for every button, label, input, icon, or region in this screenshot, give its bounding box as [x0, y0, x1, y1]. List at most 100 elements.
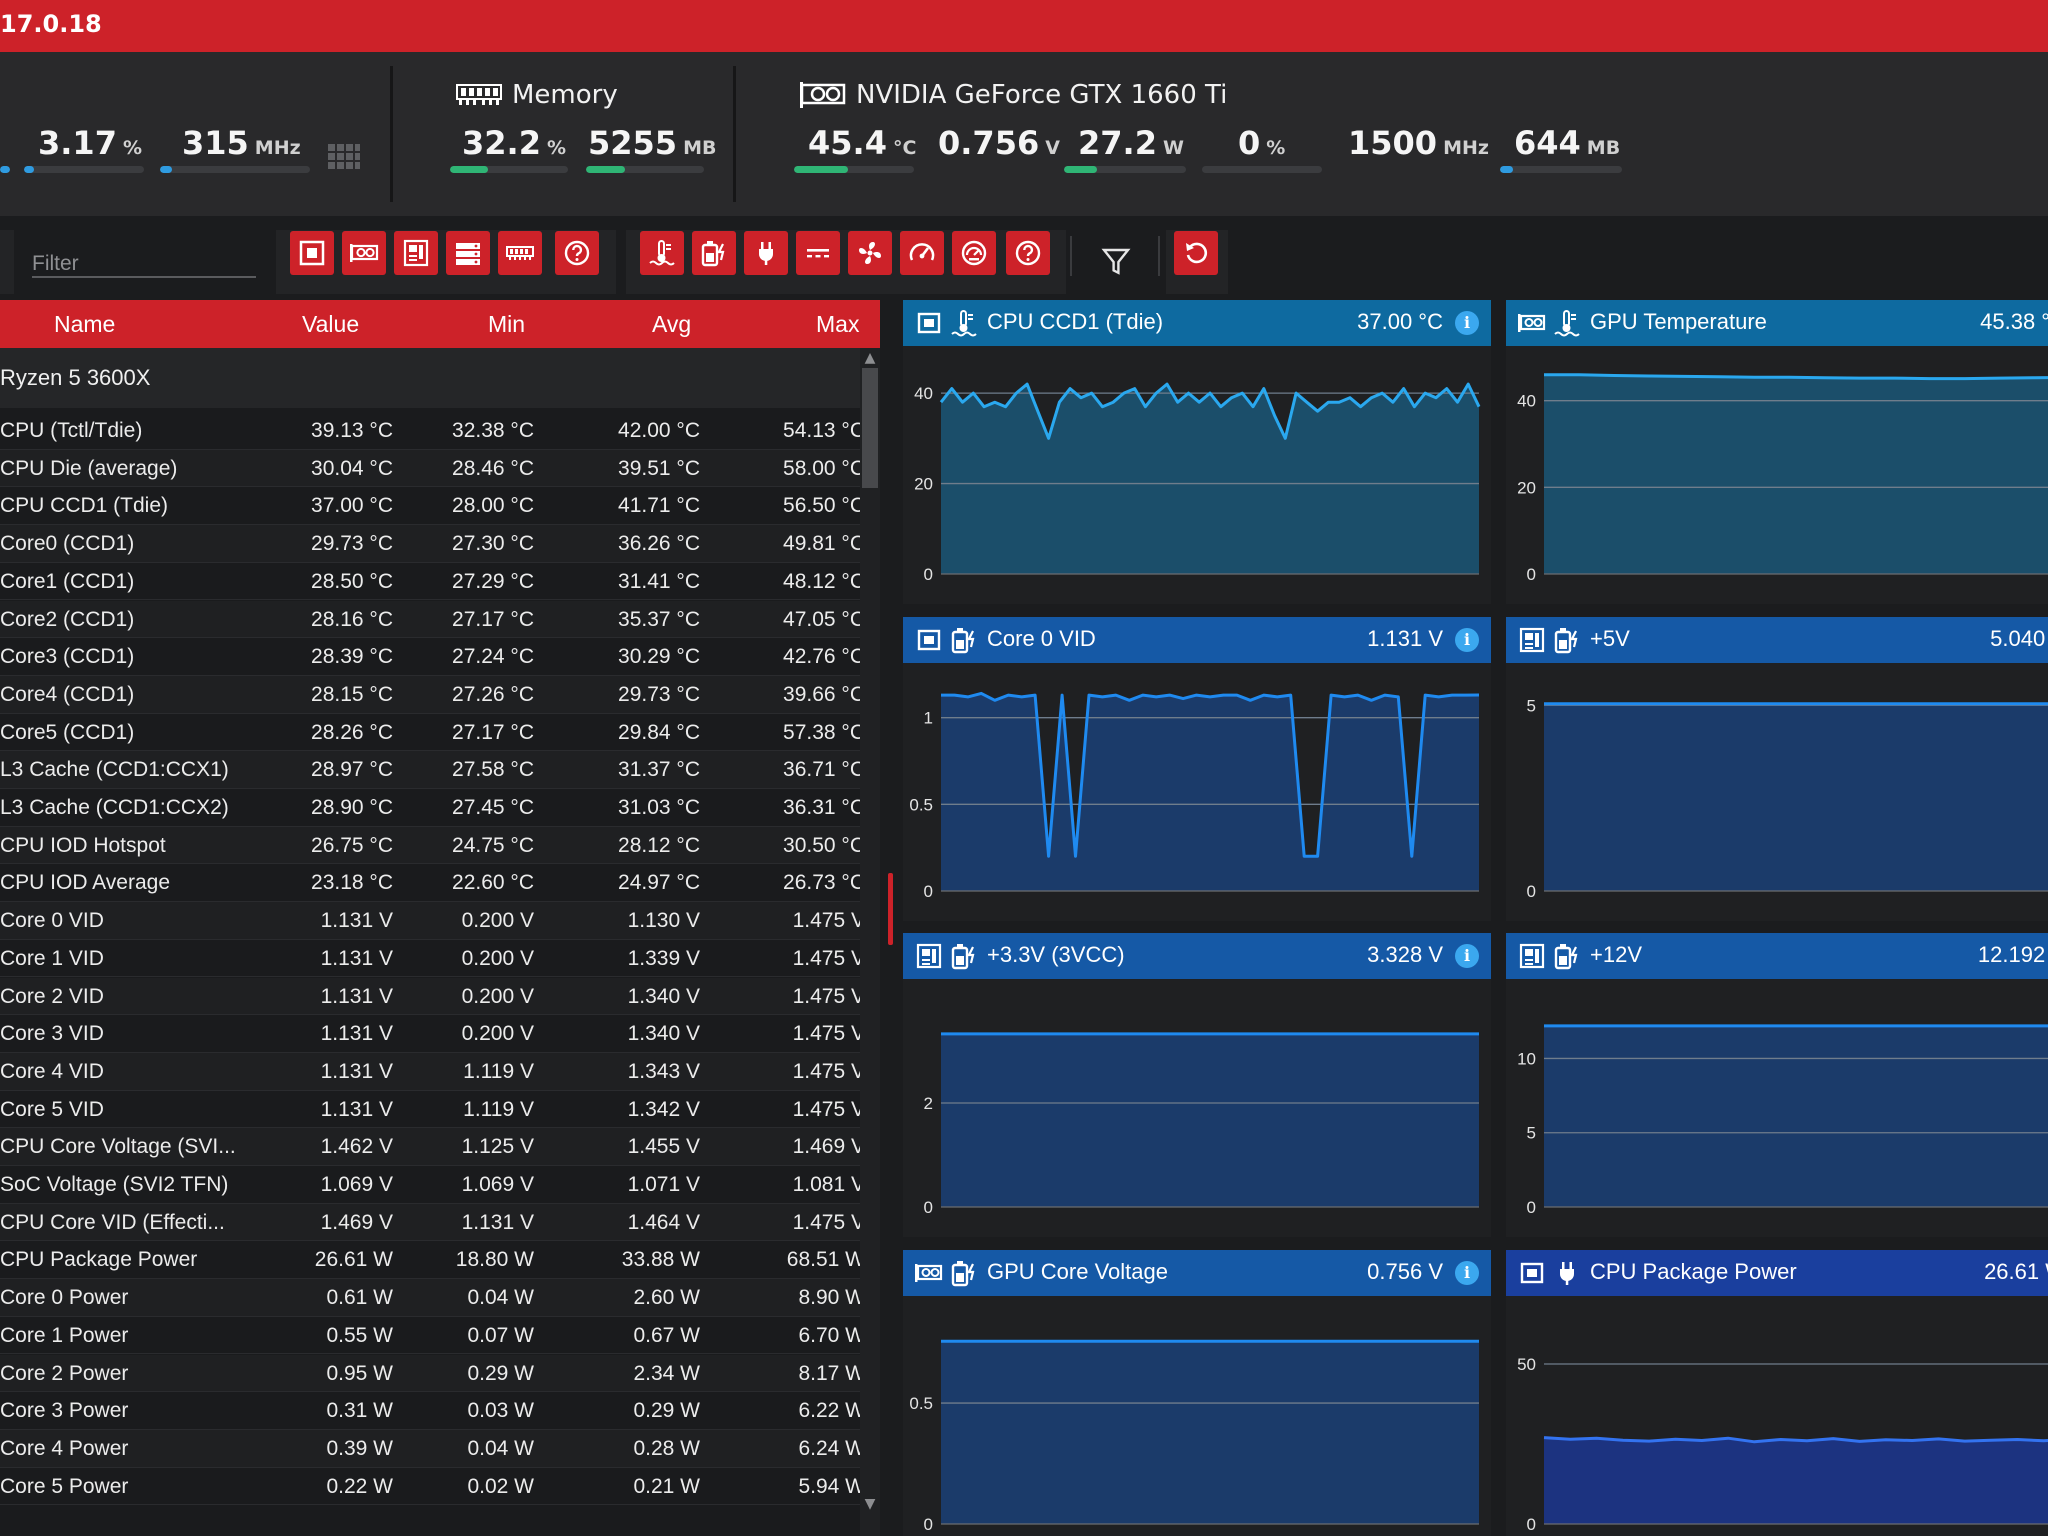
column-header-avg[interactable]: Avg — [652, 311, 691, 338]
graph-panel-header[interactable]: +12V 12.192 V — [1506, 933, 2048, 979]
table-row[interactable]: Core 2 Power 0.95 W 0.29 W 2.34 W 8.17 W — [0, 1354, 880, 1393]
motherboard-icon — [1519, 943, 1545, 969]
current-filter-button[interactable] — [796, 231, 840, 275]
gpu-filter-button[interactable] — [342, 231, 386, 275]
fan-filter-button[interactable] — [848, 231, 892, 275]
clock-filter-button[interactable] — [900, 231, 944, 275]
graph-panel-header[interactable]: GPU Temperature 45.38 °C — [1506, 300, 2048, 346]
device-group-row[interactable]: Ryzen 5 3600X — [0, 348, 860, 408]
sensor-avg: 0.29 W — [633, 1399, 700, 1423]
y-tick-label: 10 — [1517, 1049, 1536, 1068]
graph-panel-header[interactable]: CPU CCD1 (Tdie) 37.00 °C i — [903, 300, 1491, 346]
table-row[interactable]: L3 Cache (CCD1:CCX2) 28.90 °C 27.45 °C 31.0… — [0, 789, 880, 827]
y-tick-label: 40 — [1517, 392, 1536, 411]
table-row[interactable]: CPU Core VID (Effecti... 1.469 V 1.131 V 1.… — [0, 1203, 880, 1242]
info-icon[interactable]: i — [1455, 628, 1479, 652]
table-row[interactable]: L3 Cache (CCD1:CCX1) 28.97 °C 27.58 °C 31.3… — [0, 751, 880, 789]
table-scrollbar[interactable]: ▲ ▼ — [860, 348, 880, 1536]
graph-panel-header[interactable]: GPU Core Voltage 0.756 V i — [903, 1250, 1491, 1296]
graph-panel-value: 45.38 °C — [1980, 309, 2048, 334]
table-row[interactable]: Core0 (CCD1) 29.73 °C 27.30 °C 36.26 °C 49.8… — [0, 525, 880, 563]
table-row[interactable]: Core4 (CCD1) 28.15 °C 27.26 °C 29.73 °C 39.6… — [0, 675, 880, 714]
column-header-name[interactable]: Name — [54, 311, 115, 338]
table-row[interactable]: Core 5 VID 1.131 V 1.119 V 1.342 V 1.475 V — [0, 1090, 880, 1129]
other-sensor-filter-button[interactable] — [1006, 231, 1050, 275]
column-header-min[interactable]: Min — [488, 311, 525, 338]
power-filter-button[interactable] — [744, 231, 788, 275]
sensor-value: 1.131 V — [320, 946, 393, 970]
cpu-filter-button[interactable] — [290, 231, 334, 275]
other-device-filter-button[interactable] — [555, 231, 599, 275]
table-row[interactable]: Core2 (CCD1) 28.16 °C 27.17 °C 35.37 °C 47.0… — [0, 600, 880, 639]
scroll-down-arrow[interactable]: ▼ — [860, 1494, 880, 1514]
graph-panel-title: GPU Core Voltage — [987, 1259, 1168, 1284]
usage-filter-button[interactable] — [952, 231, 996, 275]
table-row[interactable]: CPU Die (average) 30.04 °C 28.46 °C 39.51 °… — [0, 449, 880, 488]
column-header-max[interactable]: Max — [816, 311, 859, 338]
storage-filter-button[interactable] — [446, 231, 490, 275]
memory-icon — [506, 246, 534, 260]
graph-panel-header[interactable]: Core 0 VID 1.131 V i — [903, 617, 1491, 663]
reset-button[interactable] — [1174, 231, 1218, 275]
table-row[interactable]: Core 3 VID 1.131 V 0.200 V 1.340 V 1.475 V — [0, 1015, 880, 1053]
info-icon[interactable]: i — [1455, 944, 1479, 968]
table-row[interactable]: Core 1 Power 0.55 W 0.07 W 0.67 W 6.70 W — [0, 1316, 880, 1355]
table-row[interactable]: Core3 (CCD1) 28.39 °C 27.24 °C 30.29 °C 42.7… — [0, 638, 880, 676]
table-row[interactable]: Core 2 VID 1.131 V 0.200 V 1.340 V 1.475 V — [0, 977, 880, 1016]
info-icon[interactable]: i — [1455, 311, 1479, 335]
sensor-max: 57.38 °C — [783, 720, 865, 744]
table-row[interactable]: CPU IOD Average 23.18 °C 22.60 °C 24.97 °C 2… — [0, 864, 880, 903]
gpu-icon — [1518, 314, 1546, 332]
table-row[interactable]: Core 4 Power 0.39 W 0.04 W 0.28 W 6.24 W — [0, 1429, 880, 1468]
table-row[interactable]: SoC Voltage (SVI2 TFN) 1.069 V 1.069 V 1.07… — [0, 1166, 880, 1204]
sensor-avg: 31.03 °C — [618, 796, 700, 819]
voltage-filter-button[interactable] — [692, 231, 736, 275]
graph-panel[interactable]: CPU CCD1 (Tdie) 37.00 °C i 0 20 40 — [903, 300, 1491, 604]
graph-panel[interactable]: +5V5.040 V 05 — [1506, 617, 2048, 921]
graph-panel[interactable]: GPU Core Voltage 0.756 Vi 0 0.5 — [903, 1250, 1491, 1536]
filter-funnel-button[interactable] — [1098, 244, 1134, 280]
graph-panel[interactable]: GPU Temperature 45.38 °C 0 20 40 — [1506, 300, 2048, 604]
graph-panel[interactable]: Core 0 VID 1.131 Vi 0 0.5 1 — [903, 617, 1491, 921]
sensor-avg: 29.84 °C — [618, 720, 700, 744]
info-icon[interactable]: i — [1455, 1261, 1479, 1285]
graph-plot: 05 — [1527, 696, 2048, 901]
table-row[interactable]: CPU (Tctl/Tdie) 39.13 °C 32.38 °C 42.00 °C 5… — [0, 412, 880, 450]
cpu-grid-icon[interactable] — [328, 144, 360, 170]
table-row[interactable]: Core 0 VID 1.131 V 0.200 V 1.130 V 1.475 V — [0, 902, 880, 940]
table-row[interactable]: Core 1 VID 1.131 V 0.200 V 1.339 V 1.475 V — [0, 939, 880, 978]
filter-input[interactable] — [32, 244, 256, 276]
table-row[interactable]: Core5 (CCD1) 28.26 °C 27.17 °C 29.84 °C 57.3… — [0, 713, 880, 752]
scroll-thumb[interactable] — [862, 368, 878, 488]
sensor-max: 36.71 °C — [783, 758, 865, 782]
table-row[interactable]: Core 5 Power 0.22 W 0.02 W 0.21 W 5.94 W — [0, 1467, 880, 1506]
memory-filter-button[interactable] — [498, 231, 542, 275]
sensor-avg: 42.00 °C — [618, 419, 700, 442]
temperature-filter-button[interactable] — [640, 231, 684, 275]
graph-panel[interactable]: +12V 12.192 V 0 5 10 — [1506, 933, 2048, 1237]
table-row[interactable]: CPU Package Power 26.61 W 18.80 W 33.88 W 68… — [0, 1241, 880, 1280]
scroll-up-arrow[interactable]: ▲ — [860, 348, 880, 368]
sensor-min: 22.60 °C — [452, 871, 534, 895]
table-row[interactable]: Core1 (CCD1) 28.50 °C 27.29 °C 31.41 °C 48.1… — [0, 562, 880, 601]
graph-panel-header[interactable]: +5V 5.040 V — [1506, 617, 2048, 663]
splitter-handle[interactable] — [888, 873, 893, 945]
graph-panel-header[interactable]: +3.3V (3VCC) 3.328 V i — [903, 933, 1491, 979]
table-row[interactable]: CPU Core Voltage (SVI... 1.462 V 1.125 V 1.… — [0, 1128, 880, 1166]
column-header-value[interactable]: Value — [302, 311, 359, 338]
table-row[interactable]: CPU CCD1 (Tdie) 37.00 °C 28.00 °C 41.71 °C 5… — [0, 487, 880, 526]
graph-panel-header[interactable]: CPU Package Power 26.61 W — [1506, 1250, 2048, 1296]
graph-panel[interactable]: CPU Package Power 26.61 W 0 50 — [1506, 1250, 2048, 1536]
sensor-min: 27.17 °C — [452, 720, 534, 744]
table-row[interactable]: Core 0 Power 0.61 W 0.04 W 2.60 W 8.90 W — [0, 1279, 880, 1317]
thermometer-icon — [1554, 310, 1580, 337]
graph-panel-title: +3.3V (3VCC) — [987, 942, 1125, 967]
table-row[interactable]: CPU IOD Hotspot 26.75 °C 24.75 °C 28.12 °C 3… — [0, 826, 880, 865]
summary-divider — [733, 66, 736, 202]
motherboard-filter-button[interactable] — [394, 231, 438, 275]
graph-panel[interactable]: +3.3V (3VCC) 3.328 Vi02 — [903, 933, 1491, 1237]
table-row[interactable]: Core 4 VID 1.131 V 1.119 V 1.343 V 1.475 V — [0, 1052, 880, 1091]
table-row[interactable]: Core 3 Power 0.31 W 0.03 W 0.29 W 6.22 W — [0, 1392, 880, 1430]
sensor-min: 1.119 V — [463, 1059, 534, 1083]
graph-area — [1544, 1437, 2048, 1524]
